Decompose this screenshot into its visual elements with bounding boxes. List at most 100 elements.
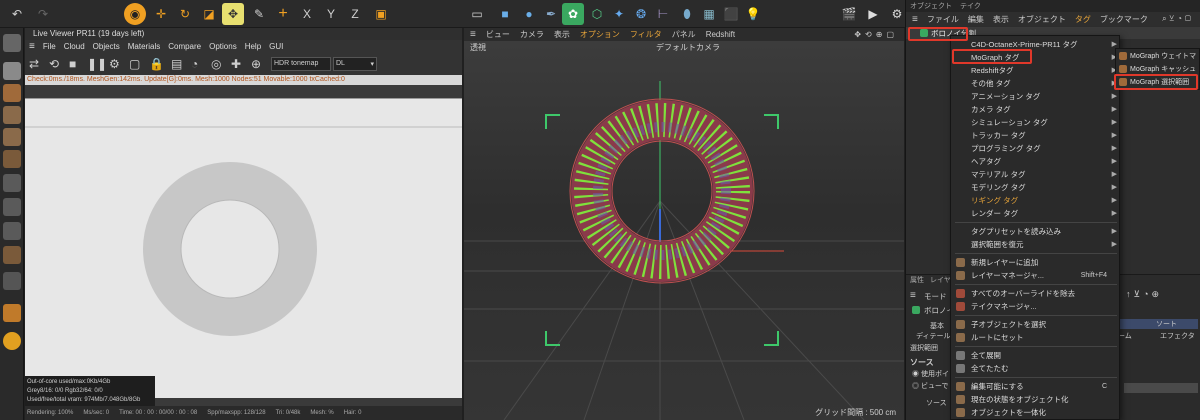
stop-icon[interactable]: ■ — [69, 57, 76, 71]
render-canvas[interactable] — [25, 98, 462, 398]
floor-icon[interactable]: ▦ — [698, 3, 720, 25]
mograph-cloner-icon[interactable]: ✿ — [562, 3, 584, 25]
workplane-icon[interactable] — [3, 222, 21, 240]
redo-icon[interactable]: ↷ — [32, 3, 54, 25]
hamburger-icon[interactable]: ≡ — [910, 290, 916, 301]
tab-takes[interactable]: テイク — [960, 1, 981, 11]
z-axis-icon[interactable]: Z — [344, 3, 366, 25]
menu-item-connect-objects[interactable]: オブジェクトを一体化 — [951, 406, 1121, 419]
menu-item-take-manager[interactable]: テイクマネージャ... — [951, 300, 1121, 313]
menu-display[interactable]: 表示 — [554, 29, 570, 40]
script-icon[interactable] — [3, 332, 21, 350]
rotate-icon[interactable]: ↻ — [174, 3, 196, 25]
menu-materials[interactable]: Materials — [128, 42, 160, 51]
model-mode-icon[interactable] — [3, 62, 21, 80]
menu-edit[interactable]: 編集 — [968, 14, 984, 25]
tab-basic[interactable]: 基本 — [930, 321, 944, 331]
tweak-icon[interactable]: ✎ — [248, 3, 270, 25]
pick-icon[interactable]: ✚ — [231, 57, 241, 71]
tab-sort[interactable]: ソート — [1156, 319, 1177, 329]
pause-icon[interactable]: ❚❚ — [87, 57, 107, 71]
search-icon[interactable]: ⌕⊻◔▢ — [1162, 14, 1194, 24]
menu-panel[interactable]: パネル — [672, 29, 696, 40]
menu-item-mograph-weight[interactable]: MoGraph ウェイトマ — [1116, 50, 1200, 63]
cube-object-icon[interactable]: ■ — [494, 3, 516, 25]
tweak-mode-icon[interactable] — [3, 198, 21, 216]
plus-icon[interactable]: + — [272, 3, 294, 25]
3d-viewport[interactable]: 透視 デフォルトカメラ グリッド間隔 : 500 cm — [464, 41, 904, 420]
make-editable-icon[interactable] — [3, 34, 21, 52]
menu-options[interactable]: Options — [209, 42, 237, 51]
menu-item-rigging-tag[interactable]: リギング タグ ▶ — [951, 194, 1121, 207]
live-selection-icon[interactable]: ◉ — [124, 3, 146, 25]
material-icon[interactable]: ◎ — [211, 57, 221, 71]
lock-icon[interactable]: 🔒 — [149, 57, 164, 71]
undo-icon[interactable]: ↶ — [6, 3, 28, 25]
menu-item-make-editable[interactable]: 編集可能にする C — [951, 380, 1121, 393]
x-axis-icon[interactable]: X — [296, 3, 318, 25]
scale-icon[interactable]: ◪ — [198, 3, 220, 25]
y-axis-icon[interactable]: Y — [320, 3, 342, 25]
menu-item-camera-tag[interactable]: カメラ タグ ▶ — [951, 103, 1121, 116]
menu-gui[interactable]: GUI — [269, 42, 283, 51]
menu-item-animation-tag[interactable]: アニメーション タグ ▶ — [951, 90, 1121, 103]
menu-item-layer-manager[interactable]: レイヤーマネージャ... Shift+F4 — [951, 269, 1121, 282]
menu-item-current-state-to-object[interactable]: 現在の状態をオブジェクト化 — [951, 393, 1121, 406]
attribute-nav-icons[interactable]: ↑⊻◔⊕ — [1126, 289, 1162, 300]
menu-item-material-tag[interactable]: マテリアル タグ ▶ — [951, 168, 1121, 181]
menu-item-add-new-layer[interactable]: 新規レイヤーに追加 — [951, 256, 1121, 269]
menu-view[interactable]: ビュー — [486, 29, 510, 40]
kernel-select[interactable]: DL ▾ — [333, 57, 377, 71]
axis-mode-icon[interactable] — [3, 174, 21, 192]
menu-item-other-tag[interactable]: その他 タグ▶ — [951, 77, 1121, 90]
render-icon[interactable]: ▶ — [862, 3, 884, 25]
clay-icon[interactable]: ◔ — [191, 57, 198, 71]
menu-item-redshift-tag[interactable]: Redshiftタグ▶ — [951, 64, 1121, 77]
magnet-icon[interactable] — [3, 304, 21, 322]
menu-item-collapse-all[interactable]: 全てたたむ — [951, 362, 1121, 375]
pen-icon[interactable]: ✒ — [540, 3, 562, 25]
hamburger-icon[interactable]: ≡ — [470, 29, 476, 40]
menu-redshift[interactable]: Redshift — [706, 30, 735, 39]
field-icon[interactable]: ❂ — [630, 3, 652, 25]
menu-item-modeling-tag[interactable]: モデリング タグ ▶ — [951, 181, 1121, 194]
menu-help[interactable]: Help — [245, 42, 261, 51]
menu-camera[interactable]: カメラ — [520, 29, 544, 40]
source-field[interactable] — [1124, 383, 1198, 393]
sphere-object-icon[interactable]: ● — [518, 3, 540, 25]
lock-icon[interactable] — [3, 272, 21, 290]
menu-filter[interactable]: フィルタ — [630, 29, 662, 40]
send-scene-icon[interactable]: ⇄ — [29, 57, 39, 71]
tonemap-select[interactable]: HDR tonemap — [271, 57, 331, 71]
menu-item-remove-overrides[interactable]: すべてのオーバーライドを除去 — [951, 287, 1121, 300]
menu-item-load-tag-preset[interactable]: タグプリセットを読み込み ▶ — [951, 225, 1121, 238]
deformer-icon[interactable]: ✦ — [608, 3, 630, 25]
light-icon[interactable]: 💡 — [742, 3, 764, 25]
texture-mode-icon[interactable] — [3, 84, 21, 102]
menu-compare[interactable]: Compare — [168, 42, 201, 51]
menu-objects[interactable]: Objects — [93, 42, 120, 51]
menu-item-simulation-tag[interactable]: シミュレーション タグ ▶ — [951, 116, 1121, 129]
tab-selection[interactable]: 選択範囲 — [910, 343, 938, 353]
axis-icon[interactable]: ✥ — [222, 3, 244, 25]
restart-icon[interactable]: ⟲ — [49, 57, 59, 71]
menu-item-set-root[interactable]: ルートにセット — [951, 331, 1121, 344]
hamburger-icon[interactable]: ≡ — [912, 14, 918, 25]
radio-use-points[interactable]: ◉ 使用ポイ — [912, 369, 949, 379]
hamburger-icon[interactable]: ≡ — [29, 41, 35, 52]
menu-item-tracker-tag[interactable]: トラッカー タグ ▶ — [951, 129, 1121, 142]
polygon-mode-icon[interactable] — [3, 150, 21, 168]
menu-item-restore-selection[interactable]: 選択範囲を復元 ▶ — [951, 238, 1121, 251]
menu-view[interactable]: 表示 — [993, 14, 1009, 25]
radio-view[interactable]: ◎ ビューで — [912, 381, 949, 391]
viewport-icon[interactable]: ▭ — [466, 3, 488, 25]
tab-detail[interactable]: ディテール — [916, 331, 951, 341]
save-icon[interactable]: ▤ — [171, 57, 182, 71]
tab-attributes[interactable]: 属性 — [910, 275, 924, 287]
menu-file[interactable]: ファイル — [927, 14, 959, 25]
coordinate-icon[interactable]: ▣ — [370, 3, 392, 25]
camera-icon[interactable]: ⬛ — [720, 3, 742, 25]
render-view-icon[interactable]: 🎬 — [838, 3, 860, 25]
view-navigation-icons[interactable]: ✥⟲⊕▢ — [854, 30, 898, 39]
menu-bookmark[interactable]: ブックマーク — [1100, 14, 1148, 25]
